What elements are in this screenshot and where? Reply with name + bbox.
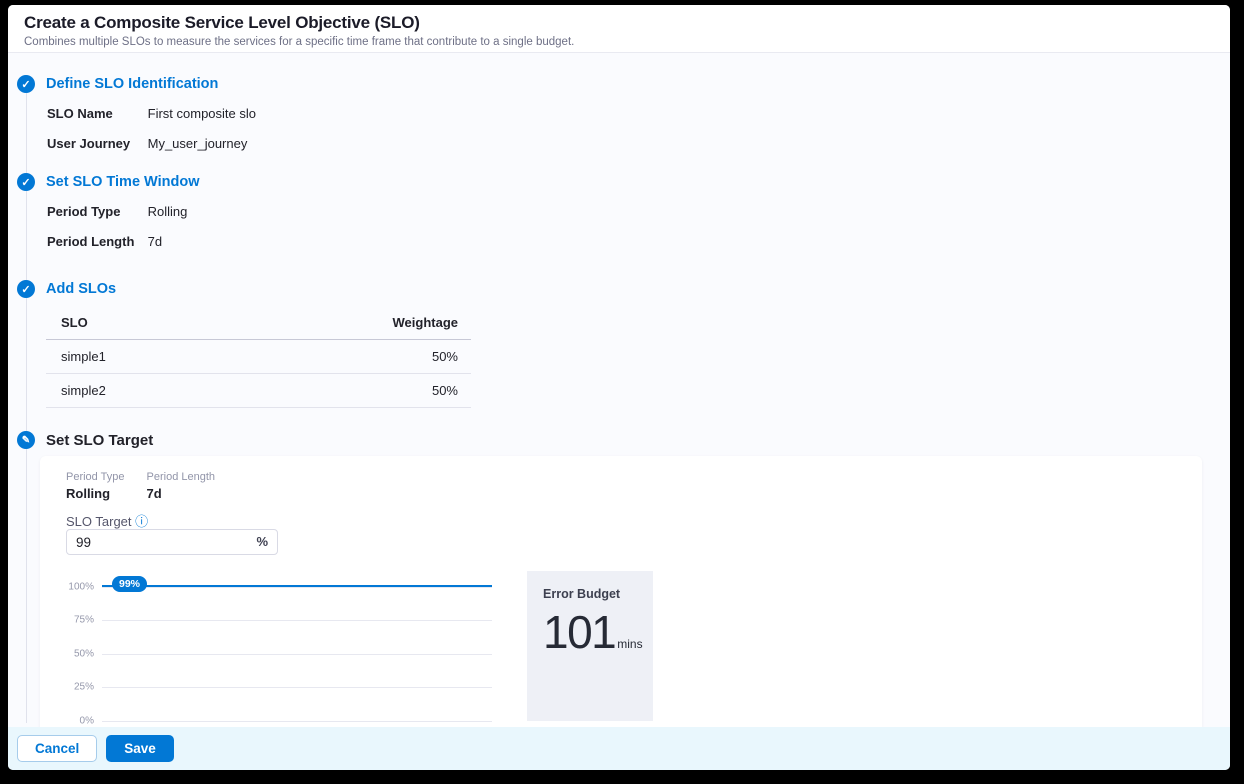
period-length-label: Period Length (47, 234, 144, 249)
slo-target-label: SLO Target ⓘ (66, 511, 148, 530)
period-type-value: Rolling (66, 486, 125, 501)
slos-table-header-row: SLO Weightage (46, 307, 471, 340)
slo-cell: simple2 (46, 374, 232, 408)
user-journey-value: My_user_journey (148, 136, 248, 151)
weightage-column-header: Weightage (232, 307, 471, 340)
create-composite-slo-page: Create a Composite Service Level Objecti… (8, 5, 1230, 770)
period-length-row: Period Length 7d (47, 234, 1214, 252)
y-tick-label: 25% (66, 682, 94, 693)
info-icon[interactable]: ⓘ (135, 514, 148, 529)
period-type-value: Rolling (148, 204, 188, 219)
user-journey-row: User Journey My_user_journey (47, 136, 1214, 154)
period-length-value: 7d (148, 234, 162, 249)
weightage-cell: 50% (232, 374, 471, 408)
table-row: simple2 50% (46, 374, 471, 408)
gridline (102, 687, 492, 688)
step-set-slo-time-window[interactable]: ✓ Set SLO Time Window (17, 172, 1214, 192)
slo-target-chart: 100% 75% 50% 25% 0% (66, 576, 498, 732)
error-budget-tile: Error Budget 101 mins (527, 571, 653, 721)
footer-action-bar: Cancel Save (8, 727, 1230, 770)
check-icon: ✓ (17, 280, 35, 298)
gridline (102, 654, 492, 655)
slo-cell: simple1 (46, 340, 232, 374)
slo-target-label-text: SLO Target (66, 514, 132, 529)
page-subtitle: Combines multiple SLOs to measure the se… (24, 36, 1214, 48)
step-title[interactable]: Define SLO Identification (46, 76, 218, 92)
table-row: simple1 50% (46, 340, 471, 374)
step-define-slo-identification[interactable]: ✓ Define SLO Identification (17, 74, 1214, 94)
period-length-value: 7d (147, 486, 216, 501)
y-tick-label: 75% (66, 615, 94, 626)
period-type-label: Period Type (47, 204, 144, 219)
save-button[interactable]: Save (106, 735, 174, 762)
slo-column-header: SLO (46, 307, 232, 340)
error-budget-value: 101 (543, 609, 615, 655)
period-type-summary: Period Type Rolling (66, 471, 125, 501)
cancel-button[interactable]: Cancel (17, 735, 97, 762)
error-budget-label: Error Budget (543, 587, 653, 601)
step-title[interactable]: Set SLO Time Window (46, 174, 199, 190)
step-title[interactable]: Add SLOs (46, 281, 116, 297)
slos-table: SLO Weightage simple1 50% simple2 50% (46, 307, 471, 408)
period-length-label: Period Length (147, 471, 216, 483)
slo-name-label: SLO Name (47, 106, 144, 121)
error-budget-unit: mins (617, 637, 642, 651)
page-title: Create a Composite Service Level Objecti… (24, 13, 1214, 33)
page-header: Create a Composite Service Level Objecti… (8, 5, 1230, 53)
gridline (102, 620, 492, 621)
slo-name-row: SLO Name First composite slo (47, 106, 1214, 124)
user-journey-label: User Journey (47, 136, 144, 151)
y-tick-label: 0% (66, 716, 94, 727)
period-type-row: Period Type Rolling (47, 204, 1214, 222)
y-tick-label: 100% (66, 582, 94, 593)
step-add-slos[interactable]: ✓ Add SLOs (17, 279, 1214, 299)
period-length-summary: Period Length 7d (147, 471, 216, 501)
gridline (102, 587, 492, 588)
period-summary: Period Type Rolling Period Length 7d (66, 471, 215, 501)
slo-target-input-wrap: % (66, 529, 278, 555)
slo-name-value: First composite slo (148, 106, 256, 121)
check-icon: ✓ (17, 173, 35, 191)
wizard-steps: ✓ Define SLO Identification SLO Name Fir… (8, 53, 1230, 727)
percent-suffix: % (256, 534, 268, 549)
edit-pencil-icon: ✎ (17, 431, 35, 449)
error-budget-value-row: 101 mins (543, 609, 653, 655)
slo-target-card: Period Type Rolling Period Length 7d SLO… (40, 456, 1202, 761)
weightage-cell: 50% (232, 340, 471, 374)
step-title[interactable]: Set SLO Target (46, 432, 153, 449)
slo-target-input[interactable] (67, 530, 237, 554)
period-type-label: Period Type (66, 471, 125, 483)
y-tick-label: 50% (66, 649, 94, 660)
gridline (102, 721, 492, 722)
check-icon: ✓ (17, 75, 35, 93)
target-slider-handle[interactable]: 99% (112, 576, 147, 592)
target-slider-track[interactable] (102, 585, 492, 587)
step-set-slo-target[interactable]: ✎ Set SLO Target (17, 430, 1214, 450)
